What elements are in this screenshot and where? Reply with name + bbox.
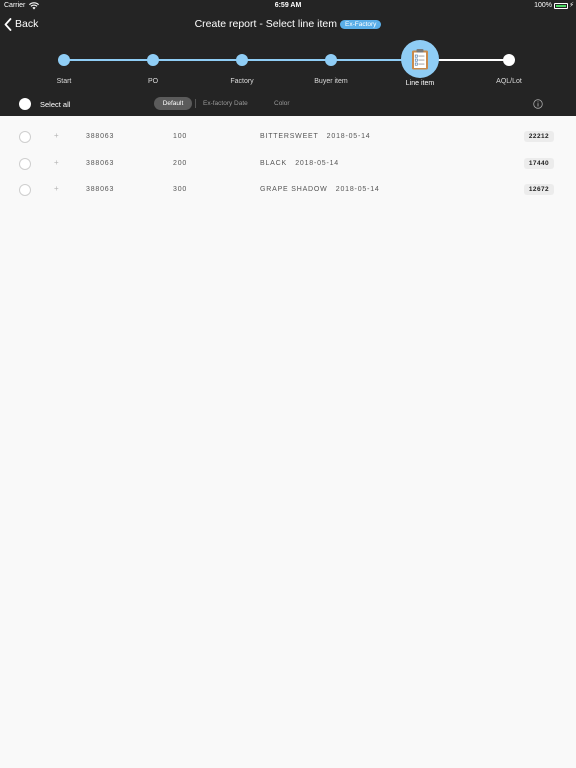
- step-label-start: Start: [56, 78, 72, 85]
- quantity-badge: 17440: [523, 157, 554, 169]
- sort-segment-ex-factory-date[interactable]: Ex-factory Date: [203, 100, 248, 107]
- info-icon[interactable]: [533, 99, 543, 109]
- po-number: 388063: [86, 186, 115, 193]
- expand-plus-icon[interactable]: +: [54, 184, 59, 193]
- list-item[interactable]: + 388063 100 BITTERSWEET 2018-05-14 2221…: [0, 124, 576, 151]
- step-factory-dot[interactable]: [236, 54, 248, 66]
- step-aql-lot-dot[interactable]: [503, 54, 515, 66]
- step-label-line-item: Line item: [405, 80, 435, 87]
- row-select-checkbox[interactable]: [19, 131, 31, 143]
- step-buyer-item-dot[interactable]: [325, 54, 337, 66]
- clipboard-checklist-icon: [412, 49, 428, 70]
- nav-title-group: Create report - Select line item Ex-Fact…: [0, 18, 576, 30]
- item-description: GRAPE SHADOW 2018-05-14: [260, 186, 380, 193]
- battery-fill: [556, 5, 566, 7]
- row-select-checkbox[interactable]: [19, 184, 31, 196]
- step-label-po: PO: [147, 78, 159, 85]
- sort-segment-default[interactable]: Default: [154, 97, 192, 110]
- item-description: BITTERSWEET 2018-05-14: [260, 133, 371, 140]
- quantity-badge: 12672: [523, 184, 554, 195]
- line-item-list: + 388063 100 BITTERSWEET 2018-05-14 2221…: [0, 124, 576, 204]
- page-title: Create report - Select line item: [194, 18, 337, 30]
- sort-segment-color[interactable]: Color: [274, 100, 290, 107]
- list-item[interactable]: + 388063 300 GRAPE SHADOW 2018-05-14 126…: [0, 177, 576, 204]
- segment-divider: [195, 99, 196, 108]
- po-number: 388063: [86, 133, 115, 140]
- expand-plus-icon[interactable]: +: [54, 131, 59, 140]
- step-label-aql-lot: AQL/Lot: [496, 78, 522, 85]
- step-label-buyer-item: Buyer item: [314, 78, 348, 85]
- step-start-dot[interactable]: [58, 54, 70, 66]
- battery-icon: [554, 3, 568, 9]
- quantity-badge: 22212: [523, 131, 554, 142]
- progress-stepper: Start PO Factory Buyer item Line item AQ…: [0, 36, 576, 92]
- line-number: 100: [173, 133, 188, 140]
- item-description: BLACK 2018-05-14: [260, 159, 339, 167]
- charging-bolt-icon: ⚡: [569, 2, 574, 9]
- step-po-dot[interactable]: [147, 54, 159, 66]
- select-all-checkbox[interactable]: [19, 98, 31, 110]
- row-select-checkbox[interactable]: [19, 157, 31, 170]
- expand-plus-icon[interactable]: +: [54, 158, 59, 167]
- battery-percent: 100%: [534, 2, 552, 9]
- select-all-label[interactable]: Select all: [40, 100, 70, 109]
- line-number: 300: [173, 186, 188, 193]
- header: Carrier 6:59 AM 100% ⚡ Back Create repor…: [0, 0, 576, 116]
- filter-bar: Select all Default Ex-factory Date Color: [0, 96, 576, 112]
- report-type-badge: Ex-Factory: [339, 19, 382, 29]
- status-bar: Carrier 6:59 AM 100% ⚡: [0, 0, 576, 13]
- step-line-item-active[interactable]: [401, 40, 439, 78]
- list-item[interactable]: + 388063 200 BLACK 2018-05-14 17440: [0, 151, 576, 178]
- line-number: 200: [173, 159, 188, 167]
- clock-label: 6:59 AM: [274, 2, 302, 9]
- step-label-factory: Factory: [230, 78, 254, 85]
- po-number: 388063: [86, 159, 115, 167]
